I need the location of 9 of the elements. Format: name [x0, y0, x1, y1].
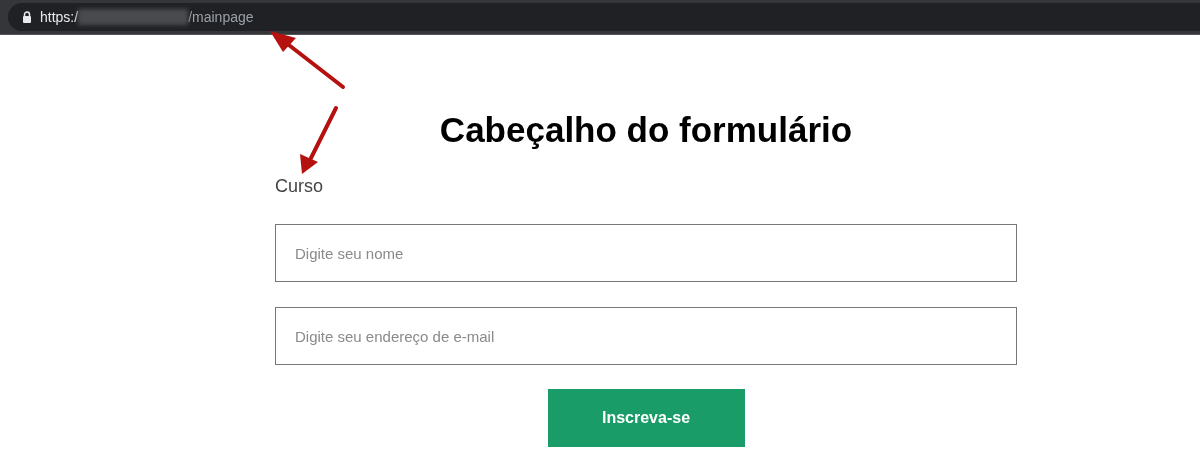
- input-field[interactable]: Digite seu endereço de e-mail: [275, 307, 1017, 365]
- lock-icon: [22, 11, 32, 23]
- url-scheme: https:/: [40, 9, 79, 25]
- url-path: /mainpage: [188, 9, 254, 25]
- course-label: Curso: [275, 175, 323, 197]
- annotation-arrow: [300, 106, 338, 174]
- form-title: Cabeçalho do formulário: [439, 109, 853, 151]
- input-field[interactable]: Digite seu nome: [275, 224, 1017, 282]
- subscribe-button[interactable]: Inscreva-se: [547, 389, 745, 447]
